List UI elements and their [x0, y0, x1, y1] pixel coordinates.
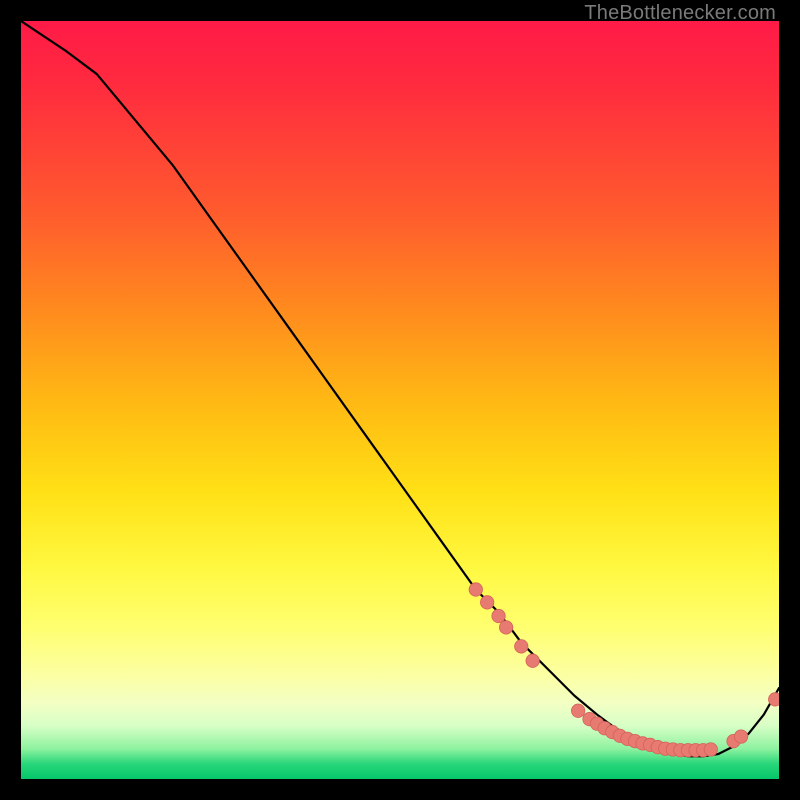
- curve-marker: [499, 621, 512, 634]
- curve-marker: [704, 743, 717, 756]
- plot-area: [21, 21, 779, 779]
- curve-layer: [21, 21, 779, 779]
- chart-stage: TheBottlenecker.com: [0, 0, 800, 800]
- curve-marker: [480, 596, 493, 609]
- curve-marker: [515, 640, 528, 653]
- curve-marker: [734, 730, 747, 743]
- marker-group: [469, 583, 779, 757]
- curve-marker: [526, 654, 539, 667]
- curve-marker: [571, 704, 584, 717]
- curve-marker: [469, 583, 482, 596]
- curve-marker: [492, 609, 505, 622]
- curve-marker: [769, 693, 779, 706]
- bottleneck-curve: [21, 21, 779, 756]
